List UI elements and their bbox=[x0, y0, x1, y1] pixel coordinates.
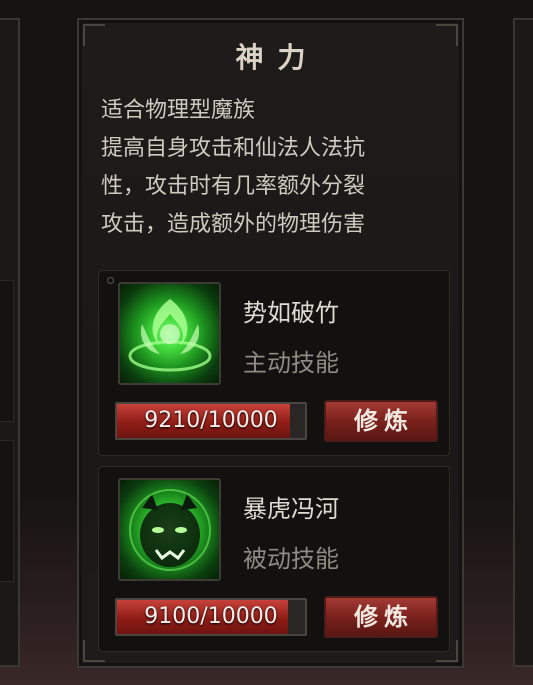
skill-progress-bar: 9210/10000 bbox=[115, 402, 307, 440]
right-side-panel bbox=[513, 18, 533, 667]
skill-card: 暴虎冯河 被动技能 9100/10000 修炼 bbox=[98, 466, 450, 652]
skill-type: 被动技能 bbox=[243, 545, 339, 573]
green-flame-burst-icon[interactable] bbox=[118, 282, 221, 385]
progress-text: 9100/10000 bbox=[144, 604, 278, 629]
talent-description: 适合物理型魔族 提高自身攻击和仙法人法抗 性，攻击时有几率额外分裂 攻击，造成额… bbox=[101, 92, 461, 244]
skill-name: 暴虎冯河 bbox=[243, 495, 339, 523]
description-line: 攻击，造成额外的物理伤害 bbox=[101, 212, 366, 237]
train-button[interactable]: 修炼 bbox=[324, 400, 438, 442]
progress-text: 9210/10000 bbox=[144, 408, 278, 433]
talent-detail-panel: 神力 适合物理型魔族 提高自身攻击和仙法人法抗 性，攻击时有几率额外分裂 攻击，… bbox=[77, 18, 464, 668]
panel-title: 神力 bbox=[235, 41, 320, 74]
description-line: 性，攻击时有几率额外分裂 bbox=[101, 174, 366, 199]
description-line: 提高自身攻击和仙法人法抗 bbox=[101, 136, 366, 161]
skill-progress-bar: 9100/10000 bbox=[115, 598, 307, 636]
description-line: 适合物理型魔族 bbox=[101, 98, 256, 123]
skill-type: 主动技能 bbox=[243, 349, 339, 377]
card-marker bbox=[107, 277, 114, 284]
green-beast-head-icon[interactable] bbox=[118, 478, 221, 581]
left-side-panel bbox=[0, 18, 20, 667]
train-button[interactable]: 修炼 bbox=[324, 596, 438, 638]
skill-name: 势如破竹 bbox=[243, 299, 339, 327]
skill-card: 势如破竹 主动技能 9210/10000 修炼 bbox=[98, 270, 450, 456]
left-panel-slot bbox=[0, 440, 14, 582]
left-panel-slot bbox=[0, 280, 14, 422]
